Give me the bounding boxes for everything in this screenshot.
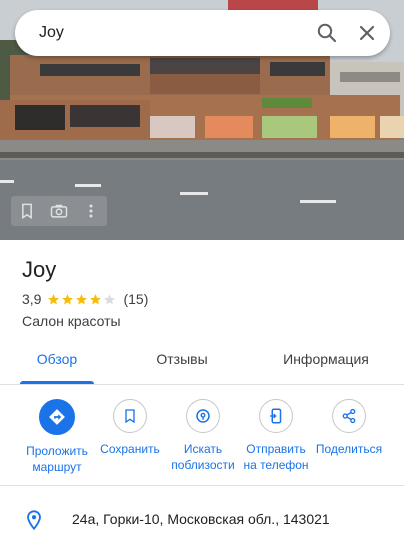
rating-row[interactable]: 3,9 (15) [22,291,148,307]
address-row[interactable]: 24а, Горки-10, Московская обл., 143021 [0,497,404,541]
send-to-phone-button[interactable]: Отправить на телефон [238,399,314,473]
camera-icon[interactable] [49,201,69,221]
send-to-phone-icon [259,399,293,433]
rating-value: 3,9 [22,291,42,307]
tab-bar: Обзор Отзывы Информация [0,336,404,385]
bookmark-icon [113,399,147,433]
review-count[interactable]: (15) [123,291,148,307]
active-tab-indicator [20,381,94,384]
nearby-label-2: поблизости [171,458,235,472]
address-text: 24а, Горки-10, Московская обл., 143021 [72,511,330,527]
close-icon[interactable] [355,21,379,45]
search-nearby-button[interactable]: Искать поблизости [165,399,241,473]
tab-information[interactable]: Информация [268,336,384,384]
search-icon[interactable] [315,21,339,45]
share-button[interactable]: Поделиться [311,399,387,457]
directions-button[interactable]: Проложить маршрут [19,399,95,475]
directions-label-1: Проложить [26,444,88,458]
bookmark-icon[interactable] [17,201,37,221]
directions-icon [39,399,75,435]
star-icon [48,293,60,304]
search-input[interactable]: Joy [39,24,64,42]
place-title: Joy [22,257,57,282]
star-icon [104,293,116,304]
send-label-2: на телефон [243,458,309,472]
more-vert-icon[interactable] [81,201,101,221]
star-icon [76,293,88,304]
rating-stars [47,293,117,306]
search-box[interactable]: Joy [15,10,390,56]
send-label-1: Отправить [246,442,306,456]
photo-controls [11,196,107,226]
tab-reviews[interactable]: Отзывы [140,336,224,384]
nearby-icon [186,399,220,433]
share-icon [332,399,366,433]
tab-overview[interactable]: Обзор [20,336,94,384]
location-pin-icon [23,509,45,531]
action-buttons: Проложить маршрут Сохранить Искать поблизо… [0,385,404,486]
directions-label-2: маршрут [32,460,82,474]
nearby-label-1: Искать [183,442,223,456]
save-button[interactable]: Сохранить [92,399,168,457]
star-icon [90,293,102,304]
save-label: Сохранить [100,442,160,456]
share-label: Поделиться [315,442,383,456]
star-icon [62,293,74,304]
place-category[interactable]: Салон красоты [22,313,121,329]
